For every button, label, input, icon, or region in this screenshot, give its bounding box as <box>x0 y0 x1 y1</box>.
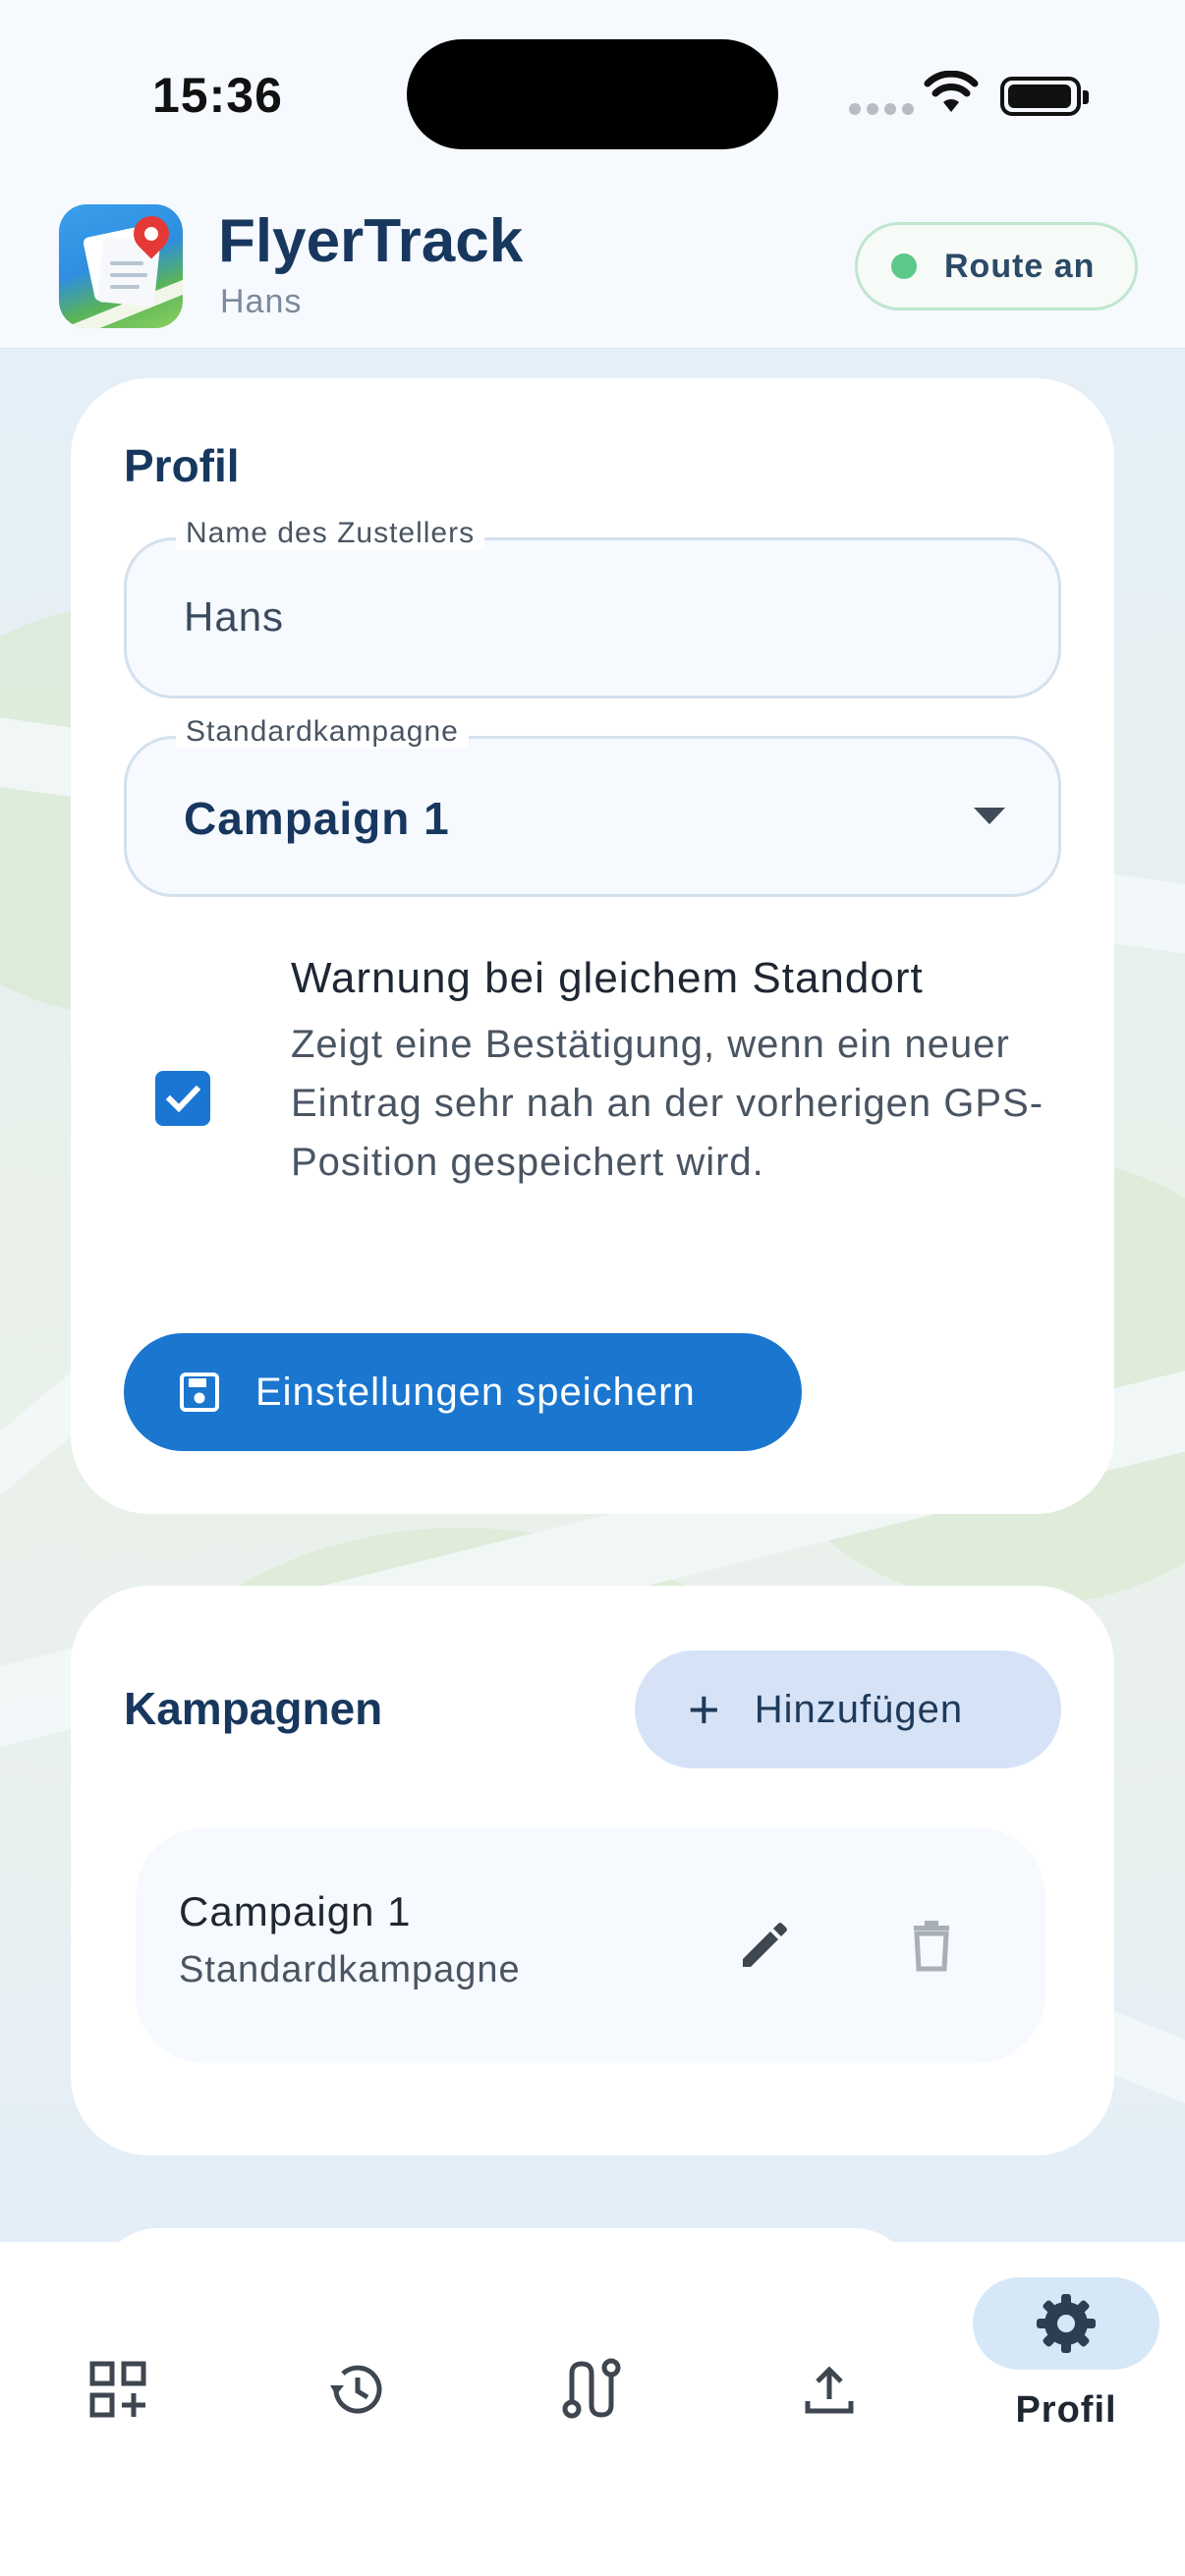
app-logo-icon <box>59 204 183 328</box>
dynamic-island <box>407 39 778 149</box>
add-campaign-button[interactable]: + Hinzufügen <box>635 1651 1061 1768</box>
nav-profile-label: Profil <box>1015 2389 1117 2431</box>
bottom-navigation: Profil <box>0 2242 1185 2576</box>
trash-icon <box>914 1921 949 1972</box>
warning-title: Warnung bei gleichem Standort <box>291 954 924 1002</box>
pencil-icon <box>743 1923 787 1967</box>
nav-upload-button[interactable] <box>770 2330 888 2448</box>
user-name: Hans <box>220 283 303 320</box>
nav-profile-button[interactable] <box>973 2277 1159 2370</box>
history-icon <box>330 2365 382 2414</box>
battery-icon <box>1000 77 1089 116</box>
signal-icon <box>849 102 920 120</box>
chevron-down-icon <box>974 808 1005 824</box>
nav-route-button[interactable] <box>533 2330 650 2448</box>
app-title: FlyerTrack <box>218 207 524 275</box>
upload-icon <box>805 2366 854 2414</box>
campaign-select-label: Standardkampagne <box>176 715 469 749</box>
name-field-label: Name des Zustellers <box>176 517 485 550</box>
add-campaign-label: Hinzufügen <box>754 1687 964 1731</box>
plus-icon: + <box>688 1678 721 1740</box>
campaign-select-value: Campaign 1 <box>184 793 450 844</box>
delete-campaign-button[interactable] <box>900 1914 963 1982</box>
name-field[interactable]: Name des Zustellers Hans <box>124 517 1061 699</box>
route-status-dot-icon <box>891 253 917 279</box>
status-bar: 15:36 <box>0 0 1185 187</box>
save-settings-label: Einstellungen speichern <box>255 1370 696 1414</box>
campaigns-card: Kampagnen + Hinzufügen Campaign 1 Standa… <box>71 1586 1114 2156</box>
check-icon <box>165 1085 201 1113</box>
same-location-warning-checkbox[interactable] <box>155 1071 210 1126</box>
nav-history-button[interactable] <box>297 2330 415 2448</box>
route-status-chip[interactable]: Route an <box>855 222 1138 310</box>
campaigns-title: Kampagnen <box>124 1683 383 1734</box>
route-icon <box>562 2358 621 2419</box>
warning-description: Zeigt eine Bestätigung, wenn ein neuer E… <box>291 1023 1044 1184</box>
wifi-icon <box>924 70 979 119</box>
profile-title: Profil <box>124 440 240 491</box>
profile-card: Profil Name des Zustellers Hans Standard… <box>71 378 1114 1514</box>
campaign-select[interactable]: Standardkampagne Campaign 1 <box>124 715 1061 897</box>
save-icon <box>177 1370 222 1415</box>
campaign-subtitle: Standardkampagne <box>179 1949 521 1990</box>
route-status-label: Route an <box>944 247 1096 285</box>
campaign-list-item[interactable]: Campaign 1 Standardkampagne <box>136 1827 1045 2063</box>
edit-campaign-button[interactable] <box>733 1914 796 1982</box>
save-settings-button[interactable]: Einstellungen speichern <box>124 1333 802 1451</box>
app-header: FlyerTrack Hans Route an <box>0 187 1185 349</box>
status-time: 15:36 <box>152 68 283 123</box>
campaign-name: Campaign 1 <box>179 1888 412 1934</box>
qr-add-icon <box>89 2361 146 2418</box>
gear-icon <box>1035 2292 1098 2360</box>
name-field-value: Hans <box>184 593 285 640</box>
nav-scan-button[interactable] <box>59 2330 177 2448</box>
